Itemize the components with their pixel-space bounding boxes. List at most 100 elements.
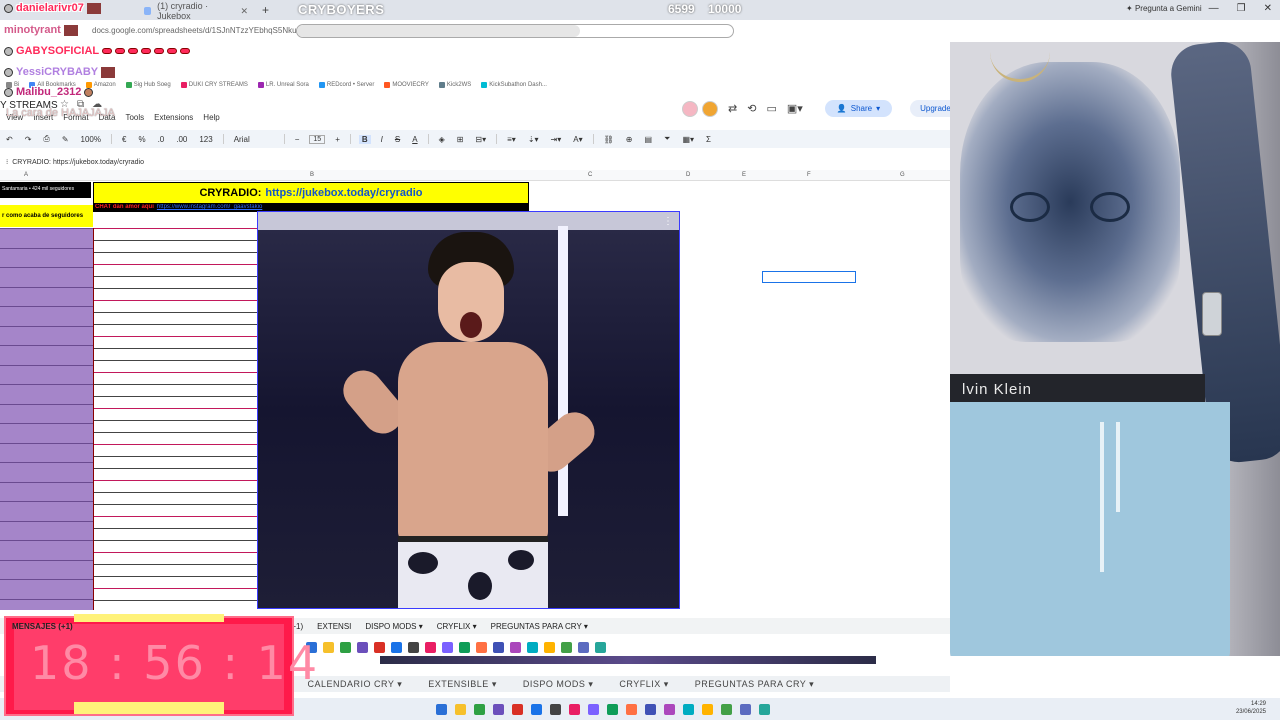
- bookmark-item[interactable]: MOOVIECRY: [384, 80, 429, 90]
- taskbar-app-icon[interactable]: [578, 641, 589, 653]
- taskbar-app-icon[interactable]: [436, 703, 447, 715]
- sheet-tab[interactable]: PREGUNTAS PARA CRY ▾: [695, 679, 814, 690]
- sheet-tab[interactable]: CRYFLIX ▾: [619, 679, 668, 690]
- column-header[interactable]: E: [742, 172, 746, 178]
- insert-comment-icon[interactable]: ⊕: [624, 135, 635, 144]
- font-size-decrease-icon[interactable]: −: [293, 135, 302, 144]
- align-left-icon[interactable]: ≡▾: [505, 135, 518, 144]
- column-b-cells[interactable]: [93, 228, 258, 610]
- text-color-button[interactable]: A: [410, 135, 419, 144]
- taskbar-app-icon[interactable]: [607, 703, 618, 715]
- taskbar-app-icon[interactable]: [323, 641, 334, 653]
- taskbar-app-icon[interactable]: [374, 641, 385, 653]
- cell-a1[interactable]: Santamaria • 424 mil seguidores: [0, 182, 91, 198]
- strikethrough-button[interactable]: S: [393, 135, 402, 144]
- taskbar-app-icon[interactable]: [340, 641, 351, 653]
- bold-button[interactable]: B: [358, 134, 371, 144]
- menu-tools[interactable]: Tools: [125, 113, 144, 122]
- print-icon[interactable]: ⎙: [41, 134, 51, 144]
- merge-cells-icon[interactable]: ⊟▾: [473, 135, 488, 144]
- column-header[interactable]: C: [588, 172, 592, 178]
- column-header[interactable]: B: [310, 172, 314, 178]
- taskbar-app-icon[interactable]: [408, 641, 419, 653]
- redo-icon[interactable]: ↷: [23, 135, 34, 144]
- taskbar-app-icon[interactable]: [702, 703, 713, 715]
- more-options-icon[interactable]: ⋮: [663, 216, 673, 227]
- font-size-increase-icon[interactable]: +: [333, 135, 342, 144]
- taskbar-app-icon[interactable]: [425, 641, 436, 653]
- bookmark-item[interactable]: DUKI CRY STREAMS: [180, 80, 248, 90]
- taskbar-app-icon[interactable]: [569, 703, 580, 715]
- taskbar-app-icon[interactable]: [391, 641, 402, 653]
- taskbar-app-icon[interactable]: [588, 703, 599, 715]
- taskbar-app-icon[interactable]: [595, 641, 606, 653]
- currency-button[interactable]: €: [120, 135, 128, 144]
- instagram-link[interactable]: https://www.instagram.com/_gaavsfakio: [157, 204, 262, 212]
- text-wrap-icon[interactable]: ⇥▾: [549, 135, 564, 144]
- vertical-align-icon[interactable]: ⇣▾: [526, 135, 541, 144]
- zoom-select[interactable]: 100%: [79, 135, 103, 144]
- minimize-icon[interactable]: —: [1209, 3, 1219, 14]
- gemini-button[interactable]: ✦ Pregunta a Gemini: [1126, 4, 1202, 13]
- number-format-button[interactable]: 123: [197, 135, 214, 144]
- insert-chart-icon[interactable]: ▤: [642, 135, 654, 144]
- taskbar-app-icon[interactable]: [645, 703, 656, 715]
- close-tab-icon[interactable]: ✕: [240, 6, 248, 17]
- embedded-video[interactable]: ⋮: [257, 211, 680, 609]
- taskbar-app-icon[interactable]: [626, 703, 637, 715]
- decrease-decimal-button[interactable]: .0: [156, 135, 167, 144]
- filter-views-icon[interactable]: ▦▾: [680, 135, 696, 144]
- sheet-tab[interactable]: DISPO MODS ▾: [365, 622, 422, 631]
- column-header[interactable]: F: [807, 172, 811, 178]
- taskbar-app-icon[interactable]: [527, 641, 538, 653]
- fill-color-icon[interactable]: ◈: [437, 135, 447, 144]
- taskbar-app-icon[interactable]: [476, 641, 487, 653]
- chevron-down-icon[interactable]: ▾: [470, 622, 477, 631]
- chevron-down-icon[interactable]: ▾: [661, 679, 669, 689]
- taskbar-app-icon[interactable]: [459, 641, 470, 653]
- insert-link-icon[interactable]: ⛓: [602, 135, 616, 144]
- bookmark-item[interactable]: Kick2WS: [438, 80, 471, 90]
- chevron-down-icon[interactable]: ▾: [585, 679, 593, 689]
- italic-button[interactable]: I: [379, 135, 385, 144]
- taskbar-app-icon[interactable]: [493, 703, 504, 715]
- percent-button[interactable]: %: [136, 135, 147, 144]
- column-header[interactable]: A: [24, 172, 28, 178]
- chevron-down-icon[interactable]: ▾: [489, 679, 497, 689]
- sheet-tab[interactable]: DISPO MODS ▾: [523, 679, 594, 690]
- taskbar-app-icon[interactable]: [550, 703, 561, 715]
- taskbar-app-icon[interactable]: [493, 641, 504, 653]
- borders-icon[interactable]: ⊞: [455, 135, 466, 144]
- paint-format-icon[interactable]: ✎: [60, 135, 71, 144]
- column-header[interactable]: G: [900, 172, 905, 178]
- font-size-input[interactable]: 15: [309, 134, 326, 144]
- bookmark-item[interactable]: KickSubathon Dash...: [481, 80, 547, 90]
- comment-icon[interactable]: ▭: [766, 102, 776, 115]
- taskbar-app-icon[interactable]: [474, 703, 485, 715]
- radio-link[interactable]: https://jukebox.today/cryradio: [265, 187, 422, 199]
- taskbar-app-icon[interactable]: [442, 641, 453, 653]
- filter-icon[interactable]: ⏷: [662, 134, 672, 144]
- column-header[interactable]: D: [686, 172, 690, 178]
- chevron-down-icon[interactable]: ▾: [582, 622, 588, 631]
- formula-bar[interactable]: ⁝ CRYRADIO: https://jukebox.today/cryrad…: [0, 156, 950, 168]
- taskbar-app-icon[interactable]: [512, 703, 523, 715]
- menu-extensions[interactable]: Extensions: [154, 113, 193, 122]
- taskbar-app-icon[interactable]: [510, 641, 521, 653]
- taskbar-app-icon[interactable]: [721, 703, 732, 715]
- share-button[interactable]: 👤 Share ▾: [824, 100, 893, 117]
- functions-button[interactable]: Σ: [704, 135, 713, 144]
- meet-icon[interactable]: ▣▾: [787, 102, 803, 115]
- taskbar-app-icon[interactable]: [455, 703, 466, 715]
- sheet-tab[interactable]: EXTENSI: [317, 622, 351, 631]
- avatar[interactable]: [682, 100, 698, 117]
- taskbar-app-icon[interactable]: [561, 641, 572, 653]
- avatar[interactable]: [702, 100, 718, 117]
- new-tab-button[interactable]: +: [256, 3, 275, 17]
- cell-a2[interactable]: r como acaba de seguidores: [0, 205, 93, 227]
- sheet-tab[interactable]: CALENDARIO CRY ▾: [308, 679, 403, 690]
- taskbar-app-icon[interactable]: [531, 703, 542, 715]
- bookmark-item[interactable]: REDcord • Server: [318, 80, 374, 90]
- bookmark-item[interactable]: Sig Hub Soeg: [125, 80, 171, 90]
- chevron-down-icon[interactable]: ▾: [876, 104, 880, 113]
